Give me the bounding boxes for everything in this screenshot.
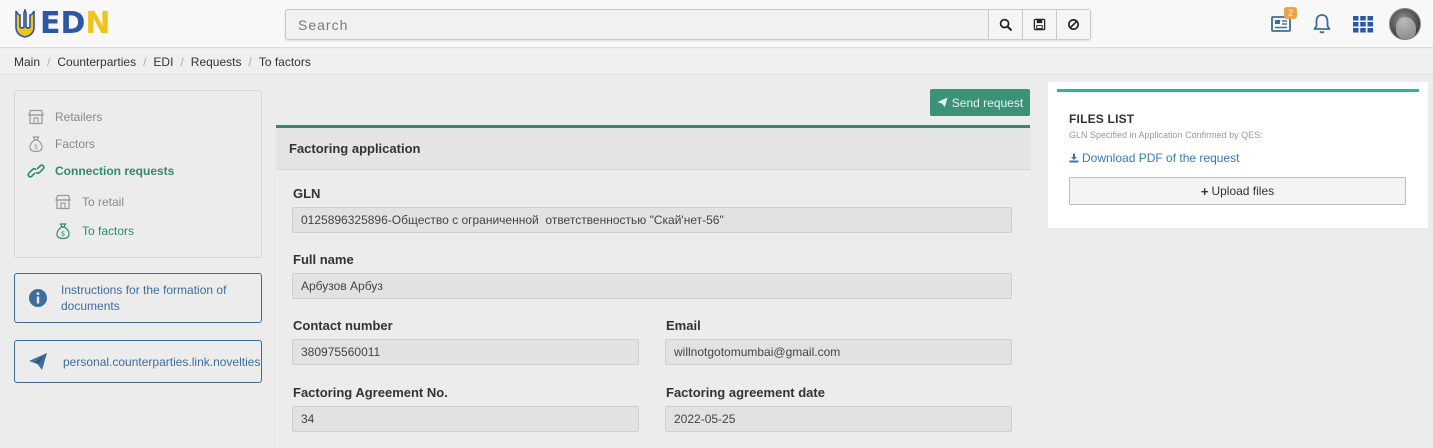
novelties-card[interactable]: personal.counterparties.link.novelties bbox=[14, 340, 262, 383]
breadcrumb: Main / Counterparties / EDI / Requests / To … bbox=[0, 49, 1433, 75]
money-bag-icon: $ bbox=[56, 223, 70, 240]
save-search-button[interactable] bbox=[1022, 10, 1056, 39]
full-name-field[interactable]: Арбузов Арбуз bbox=[292, 273, 1012, 299]
download-icon bbox=[1069, 153, 1079, 163]
full-name-label: Full name bbox=[293, 252, 354, 267]
agreement-no-field[interactable]: 34 bbox=[292, 406, 639, 432]
edin-logo[interactable]: EDN bbox=[14, 8, 111, 40]
apps-button[interactable] bbox=[1351, 12, 1375, 36]
store-icon bbox=[28, 109, 44, 125]
paper-plane-icon bbox=[29, 352, 47, 370]
breadcrumb-counterparties[interactable]: Counterparties bbox=[57, 55, 136, 69]
svg-text:$: $ bbox=[61, 230, 65, 238]
agreement-date-label: Factoring agreement date bbox=[666, 385, 825, 400]
link-icon bbox=[27, 164, 45, 178]
upload-files-label: Upload files bbox=[1211, 184, 1275, 198]
instructions-card[interactable]: Instructions for the formation of docume… bbox=[14, 273, 262, 323]
money-bag-icon: $ bbox=[29, 136, 43, 153]
novelties-label: personal.counterparties.link.novelties bbox=[63, 354, 261, 369]
email-field[interactable]: willnotgotomumbai@gmail.com bbox=[665, 339, 1012, 365]
search-bar bbox=[285, 9, 1091, 40]
plus-icon: + bbox=[1200, 183, 1209, 199]
sidebar-item-retailers[interactable]: Retailers bbox=[27, 108, 102, 126]
bell-icon bbox=[1313, 14, 1331, 34]
apps-grid-icon bbox=[1353, 16, 1373, 33]
avatar[interactable] bbox=[1389, 8, 1421, 40]
search-input[interactable] bbox=[286, 10, 988, 39]
sidebar-item-label: Factors bbox=[55, 137, 96, 151]
download-pdf-label: Download PDF of the request bbox=[1082, 151, 1240, 165]
form-title: Factoring application bbox=[276, 128, 1030, 170]
download-pdf-link[interactable]: Download PDF of the request bbox=[1069, 151, 1239, 165]
instructions-label: Instructions for the formation of docume… bbox=[61, 283, 227, 313]
factoring-application-form: Factoring application GLN 0125896325896-… bbox=[276, 125, 1030, 448]
agreement-date-field[interactable]: 2022-05-25 bbox=[665, 406, 1012, 432]
sidebar-item-label: Connection requests bbox=[55, 164, 175, 178]
gln-field[interactable]: 0125896325896-Общество с ограниченной от… bbox=[292, 207, 1012, 233]
send-request-button[interactable]: Send request bbox=[930, 89, 1030, 116]
top-bar: EDN 2 bbox=[0, 0, 1433, 48]
files-title: FILES LIST bbox=[1069, 112, 1135, 126]
logo-letter-n: N bbox=[85, 6, 111, 41]
sidebar-nav: Retailers $ Factors Connection requests … bbox=[14, 90, 262, 258]
paper-plane-icon bbox=[937, 97, 948, 108]
breadcrumb-current: To factors bbox=[258, 54, 311, 69]
contact-number-field[interactable]: 380975560011 bbox=[292, 339, 639, 365]
sidebar-item-connection-requests[interactable]: Connection requests bbox=[27, 162, 174, 180]
search-button[interactable] bbox=[988, 10, 1022, 39]
ban-icon bbox=[1068, 19, 1079, 30]
breadcrumb-edi[interactable]: EDI bbox=[153, 55, 173, 69]
sidebar-item-label: To factors bbox=[82, 224, 135, 238]
gln-label: GLN bbox=[293, 186, 321, 201]
contact-number-label: Contact number bbox=[293, 318, 393, 333]
info-icon bbox=[29, 289, 47, 307]
upload-files-button[interactable]: + Upload files bbox=[1069, 177, 1406, 205]
agreement-no-label: Factoring Agreement No. bbox=[293, 385, 448, 400]
clear-search-button[interactable] bbox=[1056, 10, 1090, 39]
breadcrumb-requests[interactable]: Requests bbox=[191, 55, 242, 69]
files-subtitle: GLN Specified in Application Confirmed b… bbox=[1069, 130, 1263, 140]
notifications-badge: 2 bbox=[1284, 7, 1297, 19]
sidebar-item-label: Retailers bbox=[55, 110, 103, 124]
sidebar-item-factors[interactable]: $ Factors bbox=[27, 135, 95, 153]
breadcrumb-main[interactable]: Main bbox=[14, 55, 40, 69]
files-panel: FILES LIST GLN Specified in Application … bbox=[1048, 82, 1428, 228]
email-label: Email bbox=[666, 318, 701, 333]
search-icon bbox=[999, 18, 1012, 31]
sidebar-item-to-retail[interactable]: To retail bbox=[54, 193, 124, 211]
top-icons: 2 bbox=[1252, 7, 1421, 40]
news-button[interactable]: 2 bbox=[1269, 7, 1297, 36]
send-request-label: Send request bbox=[951, 95, 1024, 110]
alerts-button[interactable] bbox=[1310, 12, 1334, 36]
sidebar-item-to-factors[interactable]: $ To factors bbox=[54, 222, 134, 240]
logo-letter-d: D bbox=[60, 6, 86, 41]
save-icon bbox=[1033, 18, 1046, 31]
files-card: FILES LIST GLN Specified in Application … bbox=[1057, 89, 1419, 217]
sidebar-item-label: To retail bbox=[82, 195, 125, 209]
svg-text:$: $ bbox=[34, 143, 38, 151]
trident-icon bbox=[15, 9, 35, 38]
logo-letter-e: E bbox=[40, 6, 61, 41]
store-icon bbox=[55, 194, 71, 210]
